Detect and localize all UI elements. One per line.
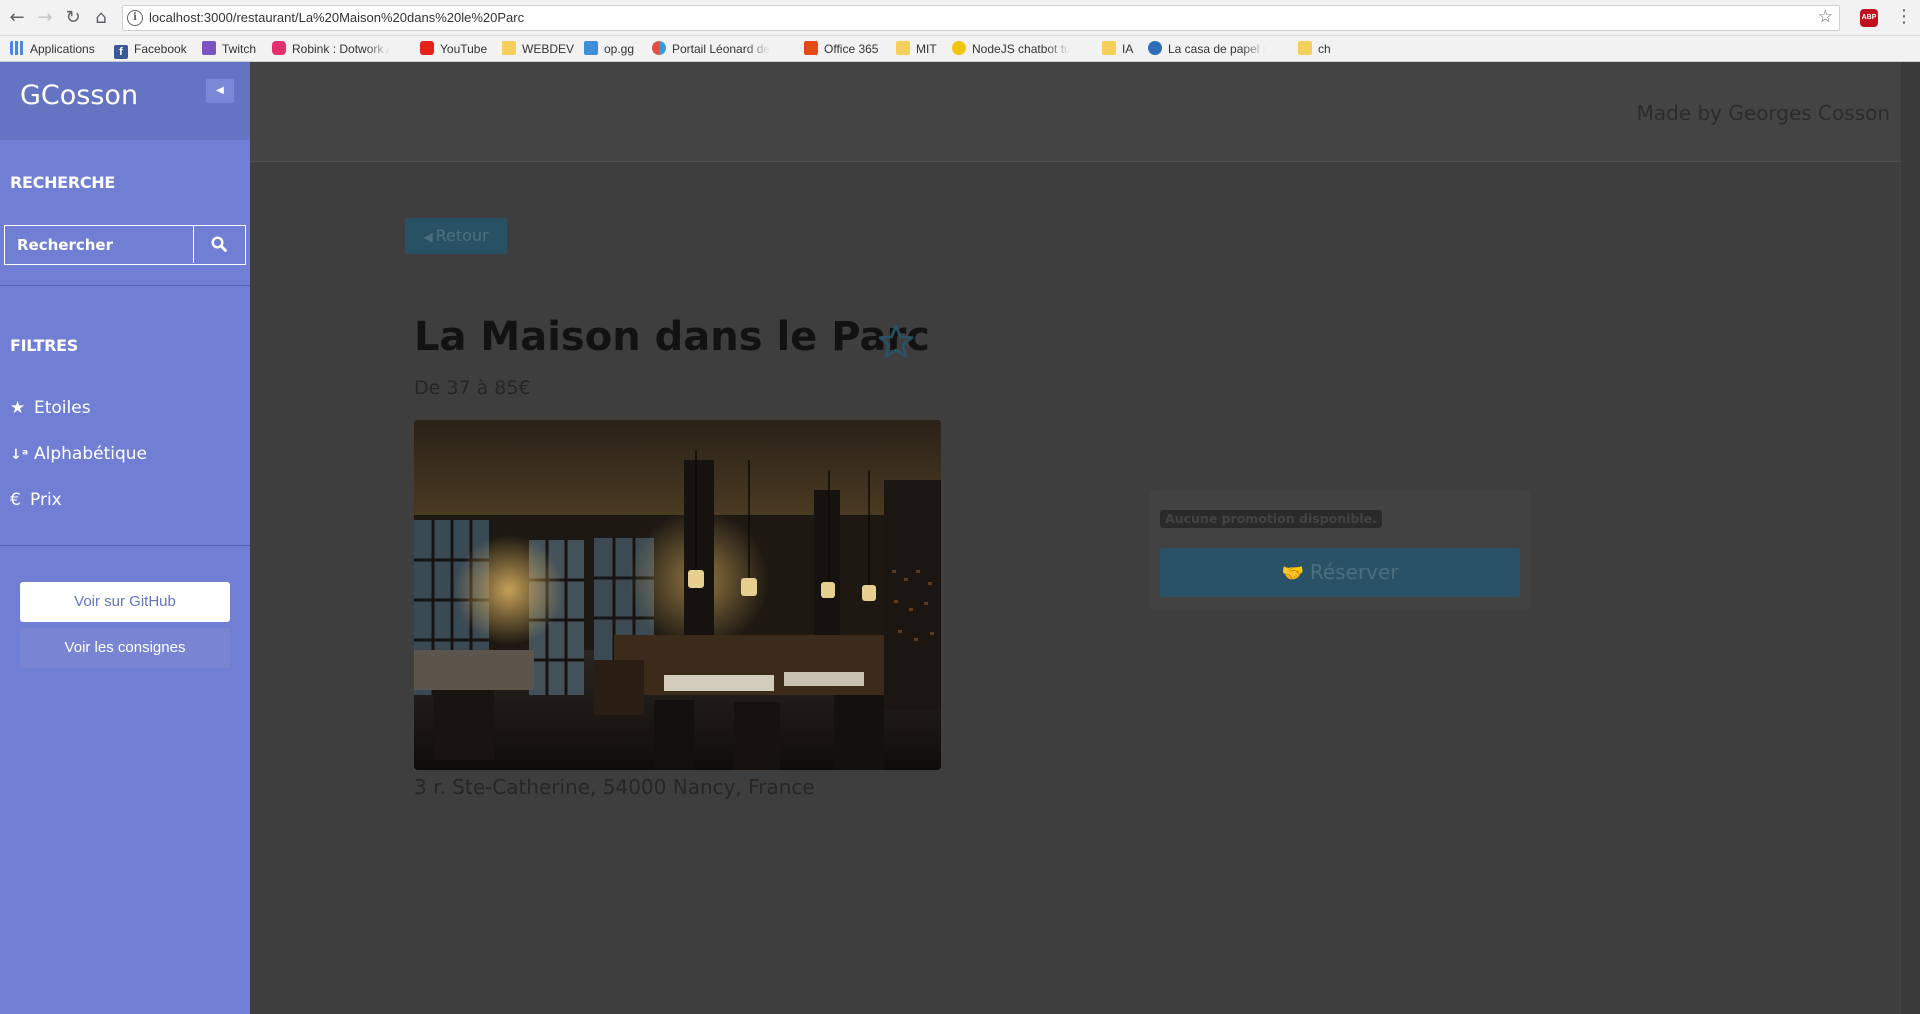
bookmark-applications[interactable]: Applications: [10, 40, 95, 58]
facebook-icon: f: [114, 45, 128, 59]
star-icon: ★: [10, 398, 26, 418]
search-input[interactable]: [5, 226, 193, 263]
site-info-icon[interactable]: i: [127, 10, 143, 26]
apps-grid-icon: [10, 41, 24, 55]
reload-icon[interactable]: ↻: [62, 7, 84, 29]
bookmark-ch[interactable]: ch: [1298, 40, 1331, 58]
filters-section-title: FILTRES: [10, 336, 79, 355]
folder-icon: [1298, 41, 1312, 55]
euro-icon: €: [10, 490, 21, 510]
bookmarks-bar: Applications f Facebook Twitch Robink : D…: [0, 36, 1920, 62]
search-icon: [211, 236, 227, 252]
restaurant-name: La Maison dans le Parc: [414, 314, 930, 360]
chatbot-icon: [952, 41, 966, 55]
url-text[interactable]: localhost:3000/restaurant/La%20Maison%20…: [149, 10, 524, 25]
bookmark-casa-de-papel[interactable]: La casa de papel sais: [1148, 40, 1266, 58]
search-box: [4, 225, 246, 265]
caret-left-icon: ◀: [216, 85, 224, 96]
main-content: Made by Georges Cosson ◀ Retour La Maison…: [250, 62, 1920, 1014]
back-button[interactable]: ◀ Retour: [405, 218, 507, 254]
browser-toolbar: ← → ↻ ⌂ i localhost:3000/restaurant/La%2…: [0, 0, 1920, 36]
sidebar-header: GCosson ◀: [0, 62, 250, 140]
bookmark-mit[interactable]: MIT: [896, 40, 937, 58]
bookmark-ia[interactable]: IA: [1102, 40, 1133, 58]
portail-icon: [652, 41, 666, 55]
folder-icon: [1102, 41, 1116, 55]
bookmark-opgg[interactable]: op.gg: [584, 40, 634, 58]
youtube-icon: [420, 41, 434, 55]
bookmark-robink[interactable]: Robink : Dotwork Art: [272, 40, 390, 58]
github-button[interactable]: Voir sur GitHub: [20, 582, 230, 622]
adblock-extension-icon[interactable]: ABP: [1860, 9, 1878, 27]
restaurant-interior-image: [414, 420, 941, 770]
sort-alpha-icon: ↓ᵃ: [10, 447, 29, 463]
office-icon: [804, 41, 818, 55]
bookmark-twitch[interactable]: Twitch: [202, 40, 256, 58]
sidebar-divider: [0, 285, 250, 286]
sidebar-divider: [0, 545, 250, 546]
bookmark-star-icon[interactable]: ☆: [1818, 7, 1833, 27]
robink-icon: [272, 41, 286, 55]
address-bar[interactable]: i localhost:3000/restaurant/La%20Maison%…: [122, 5, 1840, 31]
play-icon: [1148, 41, 1162, 55]
price-range: De 37 à 85€: [414, 377, 531, 399]
bookmark-webdev[interactable]: WEBDEV: [502, 40, 574, 58]
filter-price[interactable]: € Prix: [10, 490, 62, 510]
forward-arrow-icon[interactable]: →: [34, 7, 56, 29]
bookmark-facebook[interactable]: f Facebook: [114, 40, 187, 59]
restaurant-photo: [414, 420, 941, 770]
back-arrow-icon[interactable]: ←: [6, 7, 28, 29]
filter-alphabetical[interactable]: ↓ᵃ Alphabétique: [10, 444, 147, 464]
twitch-icon: [202, 41, 216, 55]
bookmark-nodejs-chatbot[interactable]: NodeJS chatbot tutor: [952, 40, 1070, 58]
folder-icon: [502, 41, 516, 55]
browser-menu-icon[interactable]: ⋮: [1895, 6, 1913, 27]
author-credit: Made by Georges Cosson: [1636, 101, 1890, 125]
restaurant-address: 3 r. Ste-Catherine, 54000 Nancy, France: [414, 775, 815, 799]
promotion-badge: Aucune promotion disponible.: [1160, 510, 1382, 528]
caret-left-square-icon: ◀: [423, 230, 433, 244]
reserve-button[interactable]: 🤝 Réserver: [1160, 548, 1520, 597]
favorite-star-icon[interactable]: [876, 322, 916, 362]
search-button[interactable]: [193, 226, 244, 263]
bookmark-portail[interactable]: Portail Léonard de Vi: [652, 40, 770, 58]
home-icon[interactable]: ⌂: [90, 7, 112, 29]
handshake-icon: 🤝: [1281, 563, 1304, 584]
scrollbar[interactable]: [1900, 62, 1920, 1014]
reservation-card: Aucune promotion disponible. 🤝 Réserver: [1150, 490, 1530, 611]
bookmark-office365[interactable]: Office 365: [804, 40, 878, 58]
sidebar: GCosson ◀ RECHERCHE FILTRES ★Etoiles ↓ᵃA…: [0, 62, 250, 1014]
opgg-icon: [584, 41, 598, 55]
top-navbar: Made by Georges Cosson: [250, 62, 1900, 162]
search-section-title: RECHERCHE: [10, 173, 115, 192]
brand-logo[interactable]: GCosson: [20, 80, 138, 111]
consignes-button[interactable]: Voir les consignes: [20, 628, 230, 668]
folder-icon: [896, 41, 910, 55]
bookmark-youtube[interactable]: YouTube: [420, 40, 487, 58]
collapse-sidebar-button[interactable]: ◀: [206, 79, 234, 103]
filter-stars[interactable]: ★ Etoiles: [10, 398, 91, 418]
